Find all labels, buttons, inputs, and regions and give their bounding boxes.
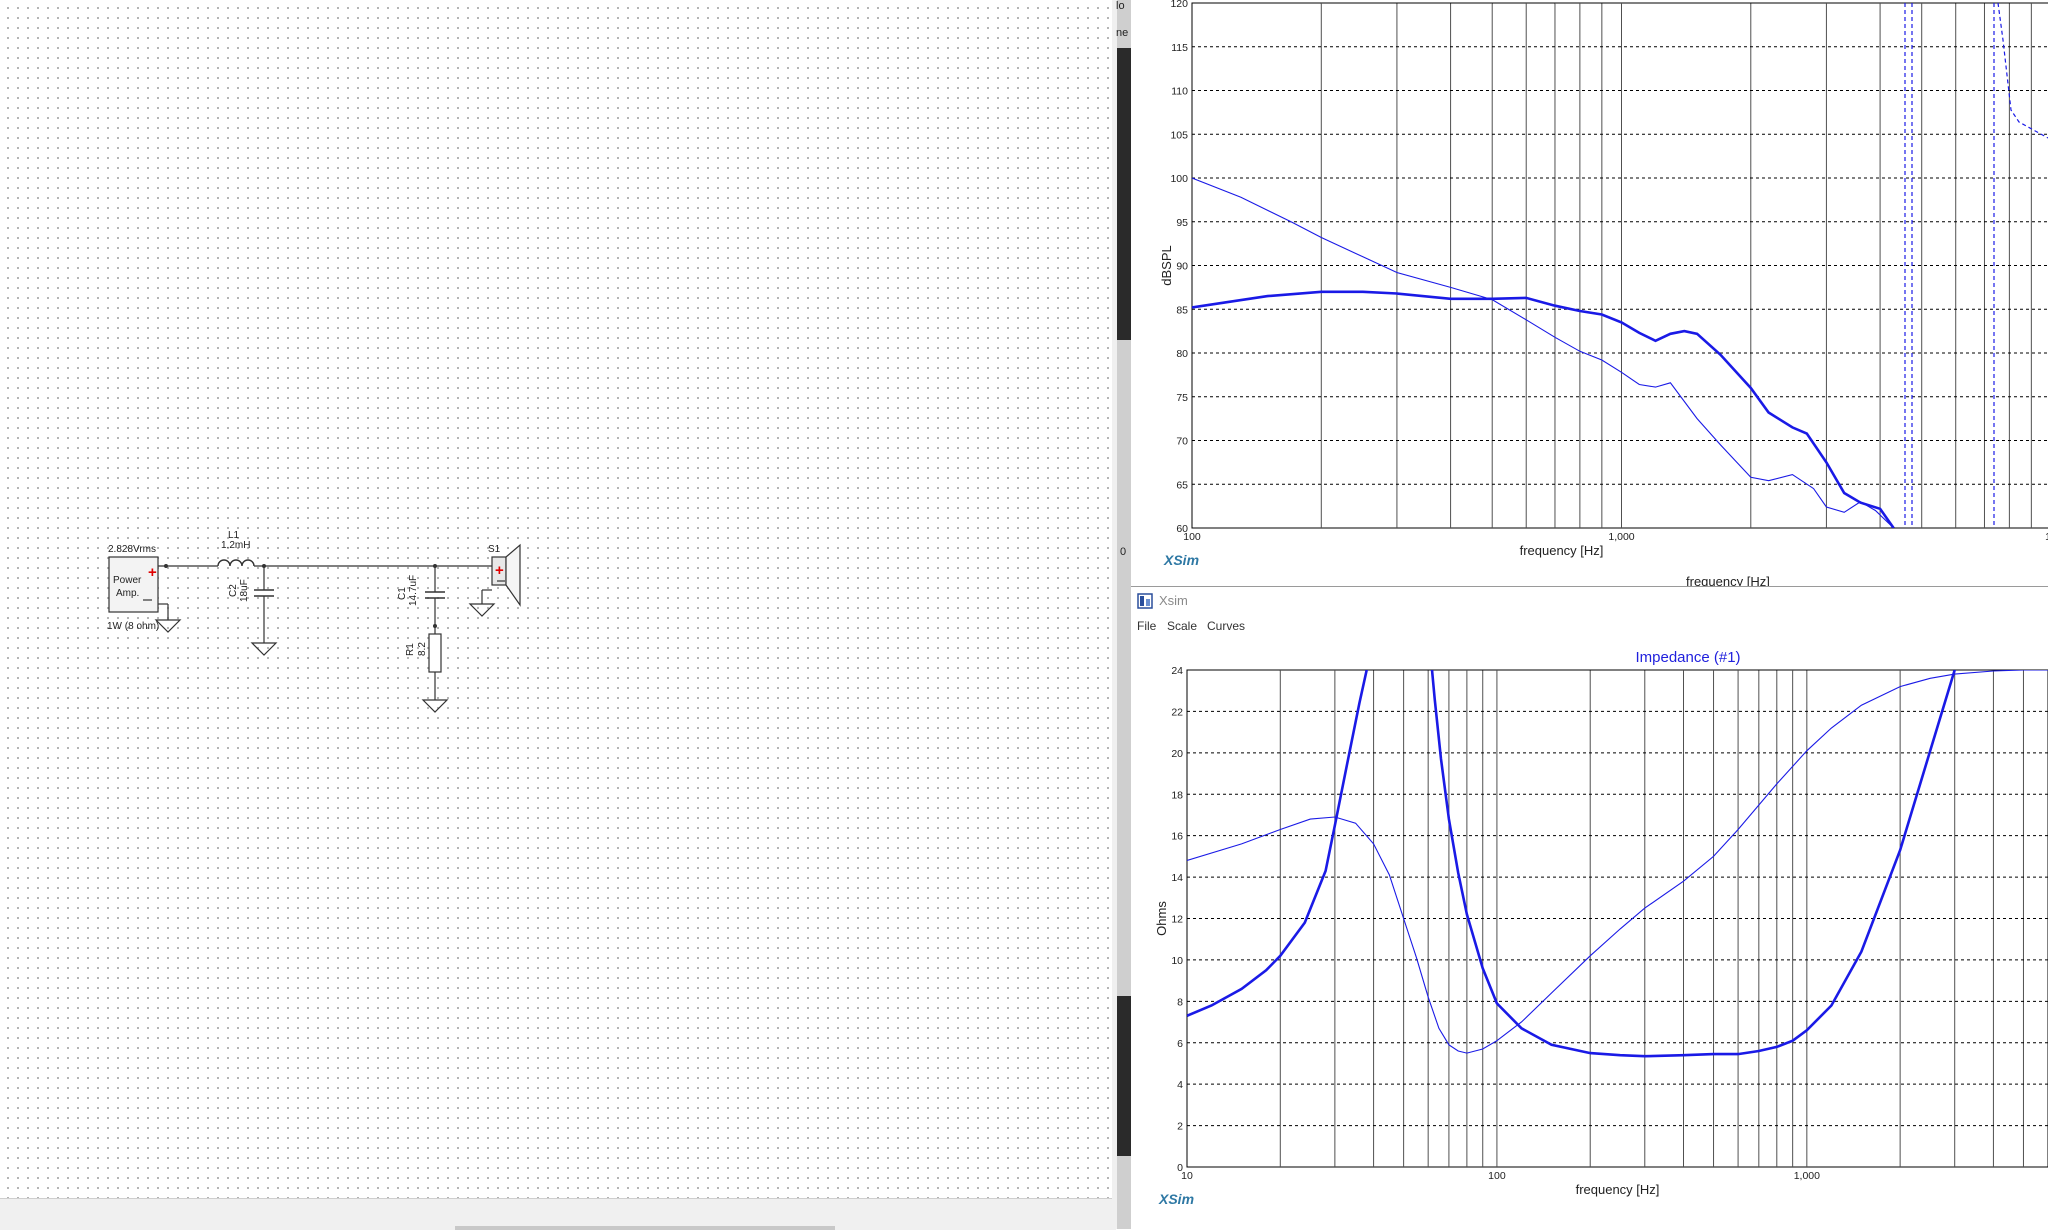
- y-tick-label: 24: [1171, 665, 1183, 677]
- speaker-plus-icon: +: [495, 562, 504, 579]
- y-tick-label: 20: [1171, 748, 1183, 760]
- y-axis-label: Ohms: [1154, 901, 1169, 936]
- y-tick-label: 65: [1176, 479, 1188, 491]
- y-tick-label: 85: [1176, 304, 1188, 316]
- schematic-drawing: + 2.828Vrms Power Amp. 1W (8 ohm) L1 1.2…: [107, 530, 521, 713]
- source-name-line2: Amp.: [116, 588, 139, 599]
- xsim-brand-logo: XSim: [1158, 1191, 1194, 1207]
- source-voltage-label: 2.828Vrms: [108, 544, 156, 555]
- r1-value: 8.2: [417, 642, 428, 656]
- resistor-r1[interactable]: R1 8.2: [405, 624, 449, 713]
- background-text-fragment: 0: [1120, 546, 1127, 558]
- ground-symbol-source: [154, 603, 182, 633]
- y-tick-label: 10: [1171, 955, 1183, 967]
- scrollbar-thumb[interactable]: [455, 1226, 835, 1230]
- speaker-s1[interactable]: + S1: [468, 543, 521, 617]
- xsim-brand-logo: XSim: [1163, 552, 1199, 568]
- y-tick-label: 18: [1171, 789, 1183, 801]
- impedance-window-titlebar[interactable]: Xsim: [1131, 587, 2048, 615]
- ground-symbol-c2: [250, 642, 278, 656]
- menu-scale[interactable]: Scale: [1167, 619, 1197, 633]
- capacitor-c2[interactable]: C2 18uF: [228, 566, 278, 656]
- y-tick-label: 115: [1171, 42, 1188, 54]
- y-tick-label: 90: [1176, 261, 1188, 273]
- s1-ref: S1: [488, 544, 501, 555]
- y-tick-label: 8: [1177, 996, 1183, 1008]
- impedance-menubar: File Scale Curves: [1131, 615, 2048, 637]
- y-tick-label: 100: [1170, 173, 1188, 185]
- power-amp-source[interactable]: + 2.828Vrms Power Amp. 1W (8 ohm): [107, 544, 159, 632]
- y-tick-label: 12: [1171, 914, 1183, 926]
- c2-value: 18uF: [239, 579, 250, 602]
- x-tick-label: 1,000: [1794, 1170, 1820, 1182]
- x-axis-label: frequency [Hz]: [1576, 1182, 1660, 1197]
- c1-value: 14.7uF: [408, 575, 419, 606]
- xsim-app-icon: [1137, 593, 1153, 609]
- x-tick-label: 100: [1183, 531, 1201, 543]
- menu-file[interactable]: File: [1137, 619, 1156, 633]
- background-window-edge: [1117, 48, 1131, 340]
- impedance-window[interactable]: Xsim File Scale Curves 0 2 4 6 8 10 12 14 16 18 20…: [1131, 586, 2048, 1230]
- x-tick-label: 100: [1488, 1170, 1506, 1182]
- inductor-l1[interactable]: L1 1.2mH: [217, 530, 255, 567]
- menu-curves[interactable]: Curves: [1207, 619, 1245, 633]
- l1-value: 1.2mH: [221, 540, 250, 551]
- background-window-edge: [1117, 996, 1131, 1156]
- x-tick-label: 1,000: [1608, 531, 1634, 543]
- capacitor-c1[interactable]: C1 14.7uF: [397, 564, 445, 634]
- c1-ref: C1: [397, 587, 408, 600]
- y-tick-label: 120: [1170, 0, 1188, 10]
- y-tick-label: 6: [1177, 1038, 1183, 1050]
- background-text-fragment: lo: [1116, 0, 1125, 12]
- c2-ref: C2: [228, 584, 239, 597]
- y-tick-label: 95: [1176, 217, 1188, 229]
- y-tick-label: 110: [1171, 86, 1188, 98]
- window-title: Xsim: [1159, 593, 1188, 608]
- source-name-line1: Power: [113, 575, 142, 586]
- x-tick-label: 10: [1181, 1170, 1193, 1182]
- chart-title: Impedance (#1): [1635, 649, 1740, 666]
- y-tick-label: 80: [1176, 348, 1188, 360]
- y-tick-label: 4: [1177, 1079, 1183, 1091]
- spl-chart: 60657075808590951001051101151201001,0001…: [1159, 0, 2048, 568]
- spl-chart-window[interactable]: 60657075808590951001051101151201001,0001…: [1131, 0, 2048, 586]
- x-axis-label: frequency [Hz]: [1520, 543, 1604, 558]
- source-power-label: 1W (8 ohm): [107, 621, 159, 632]
- impedance-chart: 02468101214161820222410 100 1,000frequency…: [1154, 649, 2048, 1207]
- plus-terminal-icon: +: [148, 564, 157, 581]
- plot-area: [1186, 669, 2048, 1168]
- y-tick-label: 70: [1176, 436, 1188, 448]
- y-tick-label: 105: [1170, 129, 1188, 141]
- ground-symbol-speaker: [468, 603, 496, 617]
- y-tick-label: 2: [1177, 1121, 1183, 1133]
- background-text-fragment: ne: [1116, 27, 1129, 39]
- y-axis-label: dBSPL: [1159, 245, 1174, 285]
- schematic-horizontal-scrollbar[interactable]: [0, 1198, 1116, 1230]
- y-tick-label: 75: [1176, 392, 1188, 404]
- y-tick-label: 14: [1171, 872, 1183, 884]
- y-tick-label: 22: [1171, 706, 1183, 718]
- r1-ref: R1: [405, 643, 416, 656]
- ground-symbol-r1: [421, 699, 449, 713]
- background-axis-label-fragment: frequency [Hz]: [1686, 574, 1770, 586]
- y-tick-label: 16: [1171, 831, 1183, 843]
